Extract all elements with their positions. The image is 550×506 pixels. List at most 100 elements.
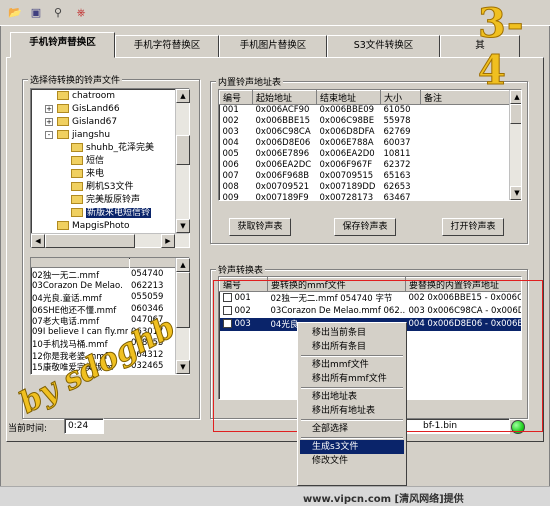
table-cell: 55978 xyxy=(383,116,411,126)
tree-row[interactable]: 完美版原铃声 xyxy=(33,194,173,207)
table-cell: 0x00709521 xyxy=(255,182,310,192)
tab-string-replace[interactable]: 手机字符替换区 xyxy=(115,35,219,57)
column-header[interactable]: 编号 xyxy=(219,277,268,292)
menu-separator xyxy=(301,419,403,421)
mmf-file-cell: 02独一无二.mmf 054740 字节 xyxy=(270,294,393,305)
get-ringtone-table-button[interactable]: 获取铃声表 xyxy=(229,218,291,236)
tree-vscroll[interactable]: ▲ ▼ xyxy=(175,89,190,233)
scroll-down-icon[interactable]: ▼ xyxy=(176,360,190,374)
table-cell xyxy=(421,149,510,160)
column-header[interactable]: 要替换的内置铃声地址 xyxy=(405,277,521,292)
table-row[interactable]: 003 0x006C98CA 0x006D8DFA 62769 xyxy=(220,127,510,138)
menu-item[interactable]: 移出所有地址表 xyxy=(300,404,404,418)
tree-row[interactable]: + Gisland67 xyxy=(33,116,173,129)
tree-hscroll[interactable]: ◀ ▶ xyxy=(31,233,189,248)
tree-row[interactable]: + GisLand66 xyxy=(33,103,173,116)
collapse-icon[interactable]: - xyxy=(45,131,53,139)
footer-bar: www.vipcn.com [清风网络]提供 xyxy=(0,486,550,506)
tab-ringtone-replace[interactable]: 手机铃声替换区 xyxy=(10,32,115,58)
file-row[interactable]: 02独一无二.mmf 054740 xyxy=(32,269,174,281)
toolbar: 📂 ▣ ⚲ ⎈ xyxy=(0,0,550,26)
tree-row[interactable]: 来电 xyxy=(33,168,173,181)
exit-icon[interactable]: ⎈ xyxy=(72,3,90,21)
table-cell: 0x00709515 xyxy=(319,171,374,181)
scroll-left-icon[interactable]: ◀ xyxy=(31,234,45,248)
convert-row[interactable]: 002 03Corazon De Melao.mmf 062... 003 0x00… xyxy=(220,305,521,318)
open-ringtone-table-button[interactable]: 打开铃声表 xyxy=(442,218,504,236)
table-row[interactable]: 009 0x007189F9 0x00728173 63467 xyxy=(220,193,510,201)
table-row[interactable]: 004 0x006D8E06 0x006E788A 60037 xyxy=(220,138,510,149)
tree-row[interactable]: 刷机S3文件 xyxy=(33,181,173,194)
expand-icon[interactable]: + xyxy=(45,105,53,113)
tree-row[interactable]: - jiangshu xyxy=(33,129,173,142)
open-folder-icon[interactable]: 📂 xyxy=(6,3,24,21)
table-row[interactable]: 005 0x006E7896 0x006EA2D0 10811 xyxy=(220,149,510,160)
scroll-down-icon[interactable]: ▼ xyxy=(176,219,190,233)
row-checkbox[interactable]: ✓ xyxy=(222,319,232,328)
scroll-up-icon[interactable]: ▲ xyxy=(176,258,190,272)
hscroll-thumb[interactable] xyxy=(45,234,135,248)
column-header[interactable]: 要转换的mmf文件 xyxy=(267,277,406,292)
tree-row[interactable]: 短信 xyxy=(33,155,173,168)
save-disk-icon[interactable]: ▣ xyxy=(27,3,45,21)
menu-item[interactable]: 生成s3文件 xyxy=(300,440,404,454)
menu-item[interactable]: 移出当前条目 xyxy=(300,326,404,340)
scroll-up-icon[interactable]: ▲ xyxy=(176,89,190,103)
scroll-right-icon[interactable]: ▶ xyxy=(161,234,175,248)
mmf-file-cell: 03Corazon De Melao.mmf 062... xyxy=(270,306,406,316)
column-header[interactable]: 编号 xyxy=(219,90,253,105)
menu-item[interactable]: 移出地址表 xyxy=(300,390,404,404)
file-row[interactable]: 03Corazon De Melao. 062213 xyxy=(32,281,174,293)
expand-icon[interactable]: + xyxy=(45,118,53,126)
tree-row[interactable]: 新版来电短信铃 xyxy=(33,207,173,220)
folder-icon xyxy=(71,182,83,191)
table-cell: 006 xyxy=(222,160,239,170)
convert-row[interactable]: 001 02独一无二.mmf 054740 字节 002 0x006BBE15 - … xyxy=(220,292,521,305)
tree-row[interactable]: chatroom xyxy=(33,90,173,103)
table-cell: 62653 xyxy=(383,182,411,192)
tab-s3-convert[interactable]: S3文件转换区 xyxy=(327,35,440,57)
table-row[interactable]: 007 0x006F968B 0x00709515 65163 xyxy=(220,171,510,182)
save-ringtone-table-button[interactable]: 保存铃声表 xyxy=(334,218,396,236)
row-id: 002 xyxy=(234,306,251,316)
table-cell: 0x006BBE09 xyxy=(319,105,375,116)
table-row[interactable]: 001 0x006ACF90 0x006BBE09 61050 xyxy=(220,105,510,116)
table-row[interactable]: 006 0x006EA2DC 0x006F967F 62372 xyxy=(220,160,510,171)
search-tool-icon[interactable]: ⚲ xyxy=(49,3,67,21)
watermark-3-4: 3-4 xyxy=(478,0,525,95)
tree-item-label: shuhb_花泽完美 xyxy=(86,143,155,153)
menu-item[interactable]: 移出所有mmf文件 xyxy=(300,372,404,386)
table-cell: 63467 xyxy=(383,193,411,201)
row-checkbox[interactable] xyxy=(222,293,232,303)
row-checkbox[interactable] xyxy=(222,306,232,315)
file-name: 04光良.童话.mmf xyxy=(32,294,102,304)
table-row[interactable]: 008 0x00709521 0x007189DD 62653 xyxy=(220,182,510,193)
scroll-down-icon[interactable]: ▼ xyxy=(510,186,521,200)
menu-item[interactable]: 移出mmf文件 xyxy=(300,358,404,372)
table-cell xyxy=(421,193,510,201)
menu-item[interactable]: 全部选择 xyxy=(300,422,404,436)
column-header[interactable]: 结束地址 xyxy=(316,90,381,105)
table-cell xyxy=(421,105,510,116)
file-row[interactable]: 06SHE他还不懂.mmf 060346 xyxy=(32,304,174,316)
scroll-thumb[interactable] xyxy=(176,272,190,328)
tab-image-replace[interactable]: 手机图片替换区 xyxy=(219,35,327,57)
menu-item[interactable]: 移出所有条目 xyxy=(300,340,404,354)
table-row[interactable]: 002 0x006BBE15 0x006C98BE 55978 xyxy=(220,116,510,127)
menu-item[interactable]: 修改文件 xyxy=(300,454,404,468)
column-header[interactable]: 大小 xyxy=(380,90,421,105)
column-header[interactable]: 起始地址 xyxy=(252,90,317,105)
table-cell: 0x006E7896 xyxy=(255,149,310,159)
folder-tree[interactable]: chatroom + GisLand66 + Gisland67 - jiangshu shu… xyxy=(30,88,190,248)
file-list-vscroll[interactable]: ▲ ▼ xyxy=(175,258,190,374)
builtin-ringtone-table[interactable]: 编号 起始地址 结束地址 大小 备注 001 0x006ACF90 0x006BBE09 61… xyxy=(218,89,522,201)
tree-item-label: 刷机S3文件 xyxy=(86,182,134,192)
table-cell xyxy=(421,127,510,138)
folder-icon xyxy=(71,169,83,178)
scroll-thumb[interactable] xyxy=(176,135,190,165)
tree-row[interactable]: shuhb_花泽完美 xyxy=(33,142,173,155)
builtin-table-vscroll[interactable]: ▲ ▼ xyxy=(509,90,521,200)
tree-row[interactable]: MapgisPhoto xyxy=(33,220,173,233)
file-row[interactable]: 04光良.童话.mmf 055059 xyxy=(32,292,174,304)
scroll-thumb[interactable] xyxy=(510,104,521,124)
